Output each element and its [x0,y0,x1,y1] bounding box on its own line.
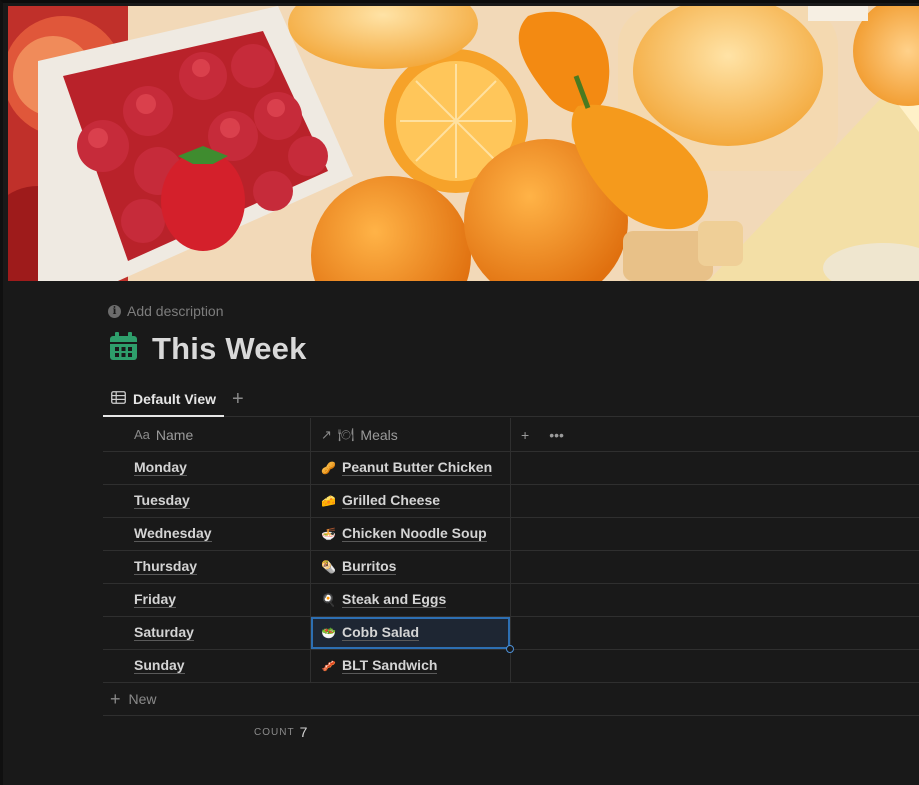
name-cell[interactable]: Tuesday [103,485,311,517]
meal-link[interactable]: 🍳 Steak and Eggs [321,591,447,608]
table-header: Aa Name ↗ 🍽 Meals + ••• [103,418,919,452]
tab-default-view[interactable]: Default View [103,383,224,417]
table-row[interactable]: Monday 🥜 Peanut Butter Chicken [103,452,919,485]
cover-image[interactable] [8,6,919,281]
table-row[interactable]: Tuesday 🧀 Grilled Cheese [103,485,919,518]
more-options-icon[interactable]: ••• [549,427,564,443]
meal-cell[interactable]: 🥜 Peanut Butter Chicken [311,452,511,484]
fried-egg-icon: 🍳 [321,593,336,607]
name-cell[interactable]: Sunday [103,650,311,682]
column-label: Meals [360,426,398,443]
meal-label: Peanut Butter Chicken [342,459,493,476]
row-name[interactable]: Friday [134,592,177,608]
meal-label: Chicken Noodle Soup [342,525,487,542]
table-row[interactable]: Saturday 🥗 Cobb Salad [103,617,919,653]
column-label: Name [155,426,194,443]
new-row-label: New [128,691,157,707]
meal-label: Steak and Eggs [342,591,447,608]
plus-icon: + [110,688,121,709]
row-name[interactable]: Wednesday [134,526,212,542]
peanut-icon: 🥜 [321,461,336,475]
table-row[interactable]: Thursday 🌯 Burritos [103,551,919,584]
name-cell[interactable]: Thursday [103,551,311,583]
database-table: Aa Name ↗ 🍽 Meals + ••• Monday 🥜 Peanut … [103,418,919,716]
row-name[interactable]: Monday [134,460,187,476]
meal-label: Burritos [342,558,397,575]
add-view-button[interactable]: + [224,383,252,416]
add-property-icon[interactable]: + [521,427,529,443]
page-title[interactable]: This Week [152,331,307,367]
name-cell[interactable]: Saturday [103,617,311,649]
empty-cell [511,551,919,583]
tab-label: Default View [133,391,216,407]
meal-link[interactable]: 🧀 Grilled Cheese [321,492,441,509]
name-cell[interactable]: Monday [103,452,311,484]
table-row[interactable]: Sunday 🥓 BLT Sandwich [103,650,919,683]
column-header-actions: + ••• [511,418,919,451]
meal-cell[interactable]: 🍜 Chicken Noodle Soup [311,518,511,550]
meal-cell[interactable]: 🥓 BLT Sandwich [311,650,511,682]
empty-cell [511,518,919,550]
page: i Add description This Week Default View… [0,0,919,785]
burrito-icon: 🌯 [321,560,336,574]
meal-link[interactable]: 🥜 Peanut Butter Chicken [321,459,493,476]
noodle-bowl-icon: 🍜 [321,527,336,541]
row-name[interactable]: Saturday [134,625,194,641]
empty-cell [511,617,919,649]
text-property-icon: Aa [134,427,150,442]
meal-label: Cobb Salad [342,624,420,641]
table-row[interactable]: Friday 🍳 Steak and Eggs [103,584,919,617]
row-name[interactable]: Sunday [134,658,185,674]
count-aggregation[interactable]: COUNT 7 [254,724,307,740]
empty-cell [511,485,919,517]
meal-cell[interactable]: 🧀 Grilled Cheese [311,485,511,517]
meal-cell[interactable]: 🌯 Burritos [311,551,511,583]
plate-icon: 🍽 [337,426,355,442]
new-row-button[interactable]: + New [103,683,919,716]
meal-link[interactable]: 🥓 BLT Sandwich [321,657,438,674]
calendar-icon[interactable] [109,332,138,366]
cheese-icon: 🧀 [321,494,336,508]
add-description-button[interactable]: i Add description [108,302,224,320]
name-cell[interactable]: Wednesday [103,518,311,550]
info-icon: i [108,304,121,318]
meal-label: BLT Sandwich [342,657,438,674]
meal-cell[interactable]: 🍳 Steak and Eggs [311,584,511,616]
page-header: This Week [109,329,307,369]
empty-cell [511,650,919,682]
relation-arrow-icon: ↗ [321,426,332,442]
empty-cell [511,452,919,484]
name-cell[interactable]: Friday [103,584,311,616]
empty-cell [511,584,919,616]
view-tabs: Default View + [103,383,919,417]
column-header-name[interactable]: Aa Name [103,418,311,451]
meal-link[interactable]: 🥗 Cobb Salad [321,624,420,641]
count-value: 7 [299,724,308,740]
meal-label: Grilled Cheese [342,492,441,509]
table-row[interactable]: Wednesday 🍜 Chicken Noodle Soup [103,518,919,551]
row-name[interactable]: Thursday [134,559,198,575]
meal-link[interactable]: 🍜 Chicken Noodle Soup [321,526,487,542]
table-icon [111,391,126,407]
count-label: COUNT [254,726,295,738]
meal-cell-selected[interactable]: 🥗 Cobb Salad [311,617,514,653]
meal-link[interactable]: 🌯 Burritos [321,558,397,575]
plus-icon: + [232,388,244,410]
selection-handle[interactable] [506,645,514,653]
bacon-icon: 🥓 [321,659,336,673]
column-header-meals[interactable]: ↗ 🍽 Meals [311,418,511,451]
salad-icon: 🥗 [321,626,336,640]
add-description-label: Add description [127,303,224,319]
row-name[interactable]: Tuesday [134,493,190,509]
